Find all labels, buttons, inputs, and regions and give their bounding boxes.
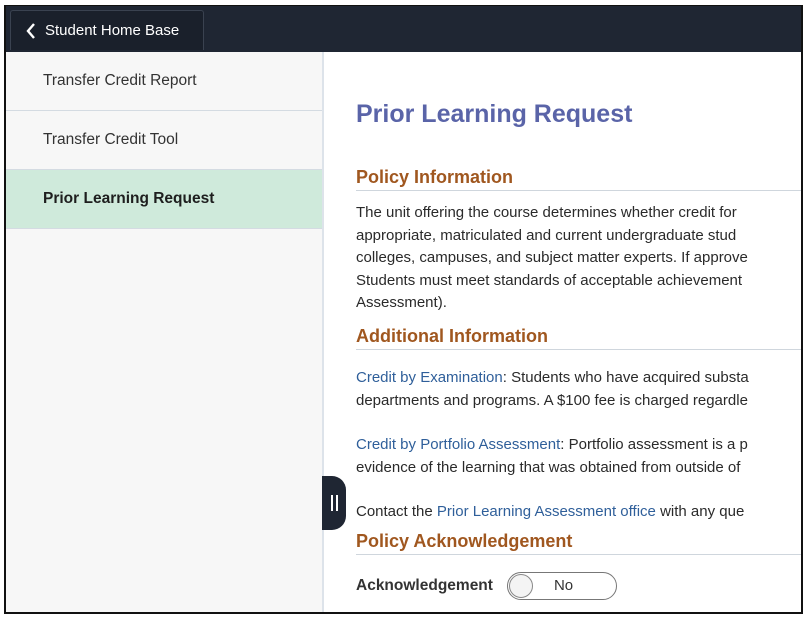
policy-acknowledgement-heading: Policy Acknowledgement xyxy=(356,531,801,555)
policy-line: appropriate, matriculated and current un… xyxy=(356,226,737,244)
back-button-label: Student Home Base xyxy=(45,22,180,39)
contact-text: Contact the Prior Learning Assessment of… xyxy=(356,501,744,524)
sidebar-collapse-handle[interactable] xyxy=(322,476,346,530)
app-window: Student Home Base Transfer Credit Report… xyxy=(4,5,803,614)
sidebar-item-transfer-credit-report[interactable]: Transfer Credit Report xyxy=(6,52,322,111)
acknowledgement-toggle[interactable]: No xyxy=(506,572,617,600)
chevron-left-icon xyxy=(19,22,43,39)
additional-information-heading: Additional Information xyxy=(356,326,801,350)
prior-learning-assessment-office-link[interactable]: Prior Learning Assessment office xyxy=(437,503,656,520)
acknowledgement-row: Acknowledgement No xyxy=(356,572,617,600)
sidebar-item-label: Transfer Credit Report xyxy=(43,72,197,89)
sidebar: Transfer Credit Report Transfer Credit T… xyxy=(6,52,324,612)
top-bar: Student Home Base xyxy=(6,6,801,52)
exam-text: : Students who have acquired substa xyxy=(502,369,749,386)
sidebar-item-label: Transfer Credit Tool xyxy=(43,131,179,148)
policy-line: Assessment). xyxy=(356,294,447,311)
page-title: Prior Learning Request xyxy=(356,100,633,128)
pause-bar-icon xyxy=(330,495,333,511)
policy-information-heading: Policy Information xyxy=(356,167,801,191)
policy-line: colleges, campuses, and subject matter e… xyxy=(356,249,748,266)
credit-by-examination-link[interactable]: Credit by Examination xyxy=(356,369,503,386)
portfolio-text: : Portfolio assessment is a p xyxy=(560,436,748,453)
credit-by-portfolio-link[interactable]: Credit by Portfolio Assessment xyxy=(356,436,560,453)
toggle-value: No xyxy=(553,577,574,594)
exam-text-line2: departments and programs. A $100 fee is … xyxy=(356,391,748,409)
sidebar-item-prior-learning-request[interactable]: Prior Learning Request xyxy=(6,170,322,229)
policy-information-text: The unit offering the course determines … xyxy=(356,202,748,315)
credit-by-portfolio-text: Credit by Portfolio Assessment: Portfoli… xyxy=(356,434,748,479)
contact-suffix: with any que xyxy=(655,503,745,520)
pause-bar-icon xyxy=(335,495,338,511)
toggle-knob xyxy=(508,574,533,598)
policy-line: The unit offering the course determines … xyxy=(356,204,737,221)
sidebar-item-transfer-credit-tool[interactable]: Transfer Credit Tool xyxy=(6,111,322,170)
portfolio-text-line2: evidence of the learning that was obtain… xyxy=(356,458,741,476)
back-to-student-home-base-button[interactable]: Student Home Base xyxy=(10,10,204,50)
policy-line: Students must meet standards of acceptab… xyxy=(356,271,743,289)
main-content: Prior Learning Request Policy Informatio… xyxy=(326,52,801,612)
acknowledgement-label: Acknowledgement xyxy=(356,577,493,594)
sidebar-item-label: Prior Learning Request xyxy=(43,190,215,207)
contact-prefix: Contact the xyxy=(356,503,437,520)
credit-by-examination-text: Credit by Examination: Students who have… xyxy=(356,367,749,412)
